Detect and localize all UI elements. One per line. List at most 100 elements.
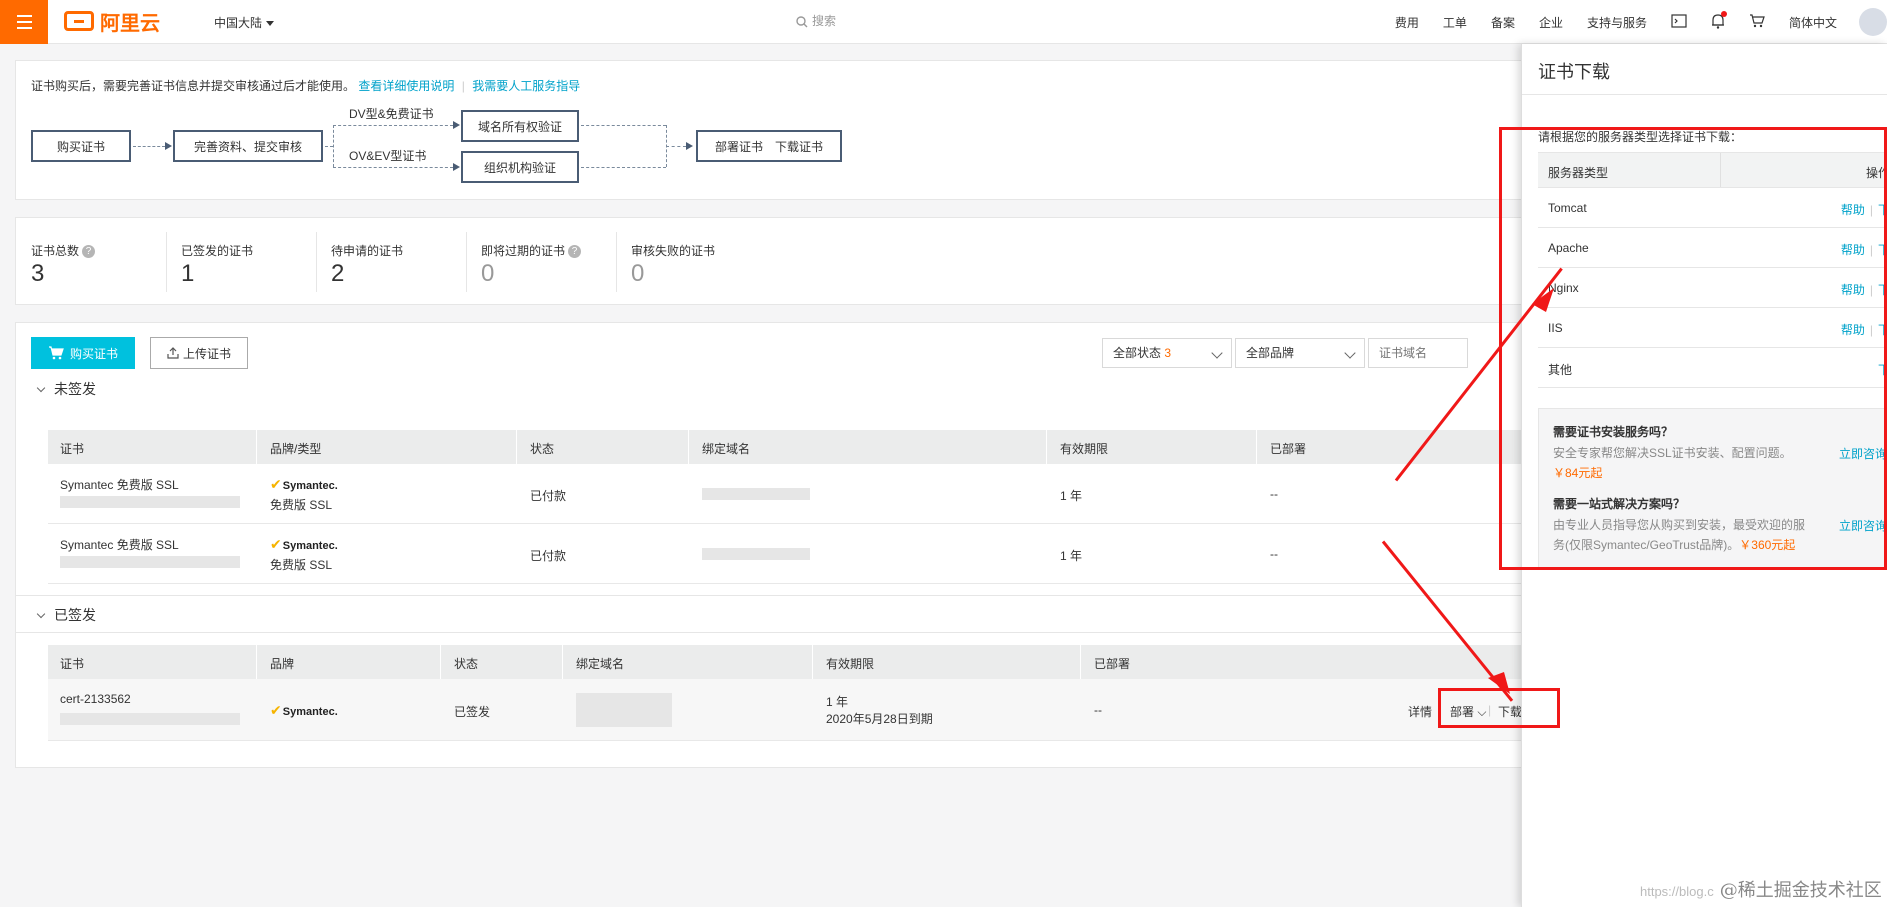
nav-billing[interactable]: 费用 bbox=[1383, 14, 1431, 31]
nav-enterprise[interactable]: 企业 bbox=[1527, 14, 1575, 31]
stat-label: 即将过期的证书 bbox=[481, 244, 566, 258]
cart-icon[interactable] bbox=[1737, 13, 1777, 31]
manual-service-link[interactable]: 我需要人工服务指导 bbox=[472, 79, 580, 93]
divider bbox=[316, 232, 317, 292]
redacted-text bbox=[60, 556, 240, 568]
status-filter-select[interactable]: 全部状态 3 bbox=[1102, 338, 1232, 368]
flow-connector bbox=[666, 146, 686, 147]
symantec-logo: ✔Symantec. bbox=[270, 702, 338, 718]
certificate-name: cert-2133562 bbox=[60, 692, 131, 706]
aliyun-logo[interactable]: 阿里云 bbox=[64, 9, 160, 35]
flow-step-buy: 购买证书 bbox=[31, 130, 131, 162]
status-text: 已付款 bbox=[530, 489, 567, 503]
flow-connector bbox=[581, 125, 666, 126]
hamburger-menu-icon[interactable] bbox=[0, 0, 48, 44]
table-row: Symantec 免费版 SSL ✔Symantec. 免费版 SSL 已付款 … bbox=[48, 464, 1526, 524]
notification-dot bbox=[1720, 10, 1727, 17]
divider bbox=[616, 232, 617, 292]
language-selector[interactable]: 简体中文 bbox=[1777, 14, 1849, 31]
column-header: 已部署 bbox=[1094, 657, 1131, 671]
stat-label: 审核失败的证书 bbox=[631, 244, 716, 258]
aliyun-logo-icon bbox=[64, 11, 94, 31]
nav-tickets[interactable]: 工单 bbox=[1431, 14, 1479, 31]
section-title: 未签发 bbox=[54, 381, 96, 397]
column-header: 品牌/类型 bbox=[270, 442, 322, 456]
flow-label-dv: DV型&免费证书 bbox=[349, 107, 434, 121]
status-count: 3 bbox=[1164, 346, 1172, 360]
redacted-domain bbox=[702, 548, 810, 560]
region-label: 中国大陆 bbox=[214, 16, 263, 30]
watermark-url: https://blog.c bbox=[1640, 884, 1714, 899]
terminal-icon[interactable] bbox=[1659, 13, 1699, 31]
certificate-list-card: 购买证书 上传证书 全部状态 3 全部品牌 未签发 证书 品牌/类型 状态 绑定… bbox=[15, 322, 1526, 768]
divider bbox=[16, 632, 1526, 633]
annotation-arrow-head-icon bbox=[1532, 288, 1554, 312]
column-header: 品牌 bbox=[270, 657, 295, 671]
flow-step-org-verify: 组织机构验证 bbox=[461, 151, 579, 183]
detail-link[interactable]: 详情 bbox=[1408, 703, 1432, 720]
divider bbox=[466, 232, 467, 292]
stat-value: 0 bbox=[631, 260, 645, 287]
redacted-text bbox=[60, 713, 240, 725]
usage-guide-link[interactable]: 查看详细使用说明 bbox=[358, 79, 454, 93]
table-row: Symantec 免费版 SSL ✔Symantec. 免费版 SSL 已付款 … bbox=[48, 524, 1526, 584]
flow-step-complete: 完善资料、提交审核 bbox=[173, 130, 323, 162]
upload-icon bbox=[167, 347, 179, 359]
flow-deploy-label: 部署证书 bbox=[714, 139, 763, 154]
stat-label: 待申请的证书 bbox=[331, 244, 404, 258]
domain-search-input[interactable] bbox=[1368, 338, 1468, 368]
status-text: 已签发 bbox=[454, 705, 491, 719]
divider: | bbox=[461, 79, 465, 93]
redacted-text bbox=[60, 496, 240, 508]
arrow-right-icon bbox=[453, 121, 460, 129]
flow-connector bbox=[333, 167, 453, 168]
bell-icon[interactable] bbox=[1699, 10, 1737, 32]
validity-period: 1 年 bbox=[1060, 489, 1083, 503]
column-header: 证书 bbox=[60, 657, 85, 671]
flow-connector bbox=[333, 125, 453, 126]
validity-period: 1 年 bbox=[826, 695, 849, 709]
column-header: 证书 bbox=[60, 442, 85, 456]
user-avatar[interactable] bbox=[1859, 8, 1887, 36]
stat-value: 3 bbox=[31, 260, 45, 287]
unsigned-section-toggle[interactable]: 未签发 bbox=[36, 379, 96, 399]
help-icon[interactable]: ? bbox=[568, 245, 582, 259]
search-placeholder: 搜索 bbox=[812, 14, 837, 28]
column-header: 状态 bbox=[530, 442, 555, 456]
panel-title: 证书下载 bbox=[1538, 62, 1610, 82]
brand-filter-select[interactable]: 全部品牌 bbox=[1235, 338, 1365, 368]
unsigned-table-header: 证书 品牌/类型 状态 绑定域名 有效期限 已部署 bbox=[48, 430, 1526, 464]
top-nav-links: 费用 工单 备案 企业 支持与服务 简体中文 bbox=[1383, 0, 1849, 44]
region-selector[interactable]: 中国大陆 bbox=[214, 14, 275, 31]
help-icon[interactable]: ? bbox=[82, 245, 96, 259]
logo-text: 阿里云 bbox=[100, 12, 160, 35]
stat-value: 0 bbox=[481, 260, 495, 287]
divider bbox=[1522, 94, 1887, 95]
brand-filter-label: 全部品牌 bbox=[1246, 346, 1295, 360]
nav-support[interactable]: 支持与服务 bbox=[1575, 14, 1659, 31]
buy-certificate-button[interactable]: 购买证书 bbox=[31, 337, 135, 369]
annotation-arrow-head-icon bbox=[1488, 672, 1510, 694]
expiry-date: 2020年5月28日到期 bbox=[826, 712, 933, 726]
upload-certificate-button[interactable]: 上传证书 bbox=[150, 337, 248, 369]
stat-value: 1 bbox=[181, 260, 195, 287]
brand-name: Symantec. bbox=[282, 480, 338, 492]
status-text: 已付款 bbox=[530, 549, 567, 563]
column-header: 状态 bbox=[454, 657, 479, 671]
cart-icon bbox=[48, 346, 64, 360]
table-row: cert-2133562 ✔Symantec. 已签发 1 年 2020年5月2… bbox=[48, 679, 1526, 741]
deployed-value: -- bbox=[1094, 703, 1102, 717]
top-navigation-bar: 阿里云 中国大陆 搜索 费用 工单 备案 企业 支持与服务 简体中文 bbox=[0, 0, 1887, 44]
signed-section-toggle[interactable]: 已签发 bbox=[36, 605, 96, 625]
flow-connector bbox=[581, 167, 666, 168]
validity-period: 1 年 bbox=[1060, 549, 1083, 563]
status-filter-label: 全部状态 bbox=[1113, 346, 1162, 360]
column-header: 有效期限 bbox=[826, 657, 875, 671]
divider bbox=[166, 232, 167, 292]
column-header: 有效期限 bbox=[1060, 442, 1109, 456]
certificate-type: 免费版 SSL bbox=[270, 558, 333, 572]
nav-icp[interactable]: 备案 bbox=[1479, 14, 1527, 31]
global-search[interactable]: 搜索 bbox=[796, 12, 836, 29]
symantec-logo: ✔Symantec. bbox=[270, 476, 338, 492]
annotation-highlight-download-panel bbox=[1499, 127, 1887, 570]
